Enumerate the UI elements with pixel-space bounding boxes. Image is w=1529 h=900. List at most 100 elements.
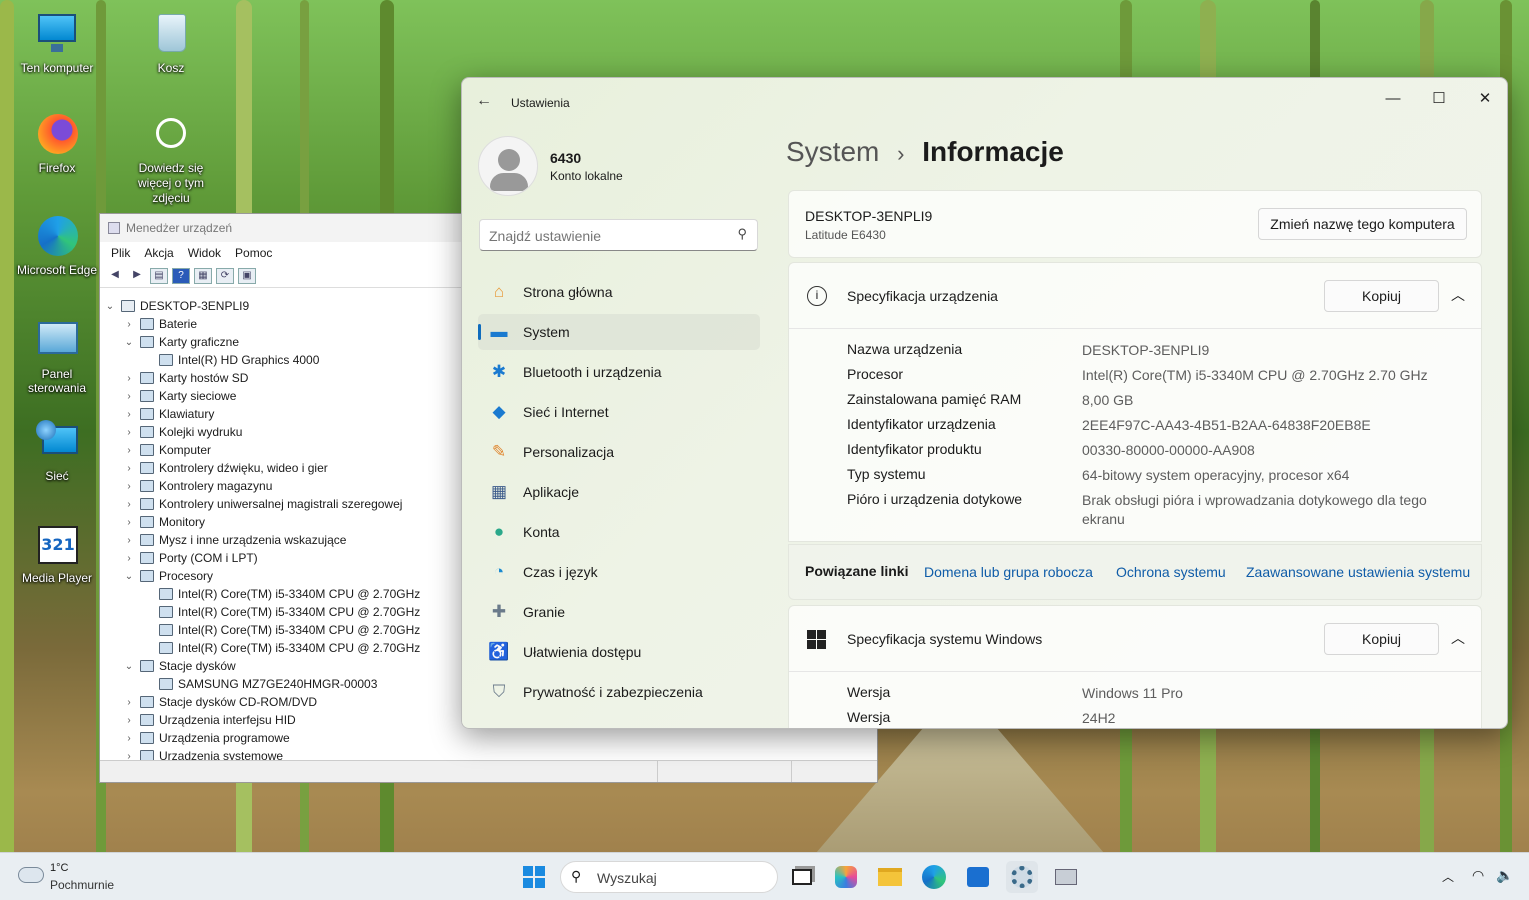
file-explorer-icon[interactable]: [874, 861, 906, 893]
chevron-right-icon[interactable]: ›: [122, 751, 136, 761]
spec-value[interactable]: 64-bitowy system operacyjny, procesor x6…: [1082, 466, 1462, 485]
copy-button[interactable]: Kopiuj: [1324, 280, 1439, 312]
nav-item[interactable]: ⌂ Strona główna: [478, 274, 760, 310]
desktop-icon-label: Dowiedz się więcej o tym zdjęciu: [137, 161, 205, 205]
link-advanced-settings[interactable]: Zaawansowane ustawienia systemu: [1246, 564, 1470, 580]
store-icon[interactable]: [962, 861, 994, 893]
update-driver-icon[interactable]: ⟳: [216, 267, 234, 284]
nav-item[interactable]: ✱ Bluetooth i urządzenia: [478, 354, 760, 390]
copy-windows-button[interactable]: Kopiuj: [1324, 623, 1439, 655]
chevron-down-icon[interactable]: ⌄: [122, 337, 136, 348]
minimize-button[interactable]: —: [1370, 84, 1416, 114]
spec-value[interactable]: 2EE4F97C-AA43-4B51-B2AA-64838F20EB8E: [1082, 416, 1462, 435]
chevron-right-icon[interactable]: ›: [122, 373, 136, 384]
chevron-right-icon[interactable]: ›: [122, 481, 136, 492]
nav-item[interactable]: ⛉ Prywatność i zabezpieczenia: [478, 674, 760, 710]
spec-value[interactable]: Windows 11 Pro: [1082, 684, 1462, 703]
copilot-icon[interactable]: [830, 861, 862, 893]
edge-icon[interactable]: [918, 861, 950, 893]
chevron-down-icon[interactable]: ⌄: [122, 571, 136, 582]
spec-value[interactable]: DESKTOP-3ENPLI9: [1082, 341, 1462, 360]
wifi-icon[interactable]: ◠: [1472, 867, 1484, 884]
avatar[interactable]: [478, 136, 538, 196]
spec-key: Nazwa urządzenia: [847, 341, 963, 357]
chevron-right-icon[interactable]: ›: [122, 715, 136, 726]
properties-icon[interactable]: ▤: [150, 267, 168, 284]
nav-item[interactable]: ▦ Aplikacje: [478, 474, 760, 510]
link-domain-workgroup[interactable]: Domena lub grupa robocza: [924, 564, 1093, 580]
chevron-right-icon[interactable]: ›: [122, 517, 136, 528]
scan-hardware-icon[interactable]: ▣: [238, 267, 256, 284]
weather-temp[interactable]: 1°C: [50, 862, 68, 874]
desktop-icon-control-panel[interactable]: Panel sterowania: [12, 318, 102, 395]
menu-file[interactable]: Plik: [104, 246, 137, 260]
taskbar-search[interactable]: ⚲ Wyszukaj: [560, 861, 778, 893]
chevron-down-icon[interactable]: ⌄: [122, 661, 136, 672]
search-box[interactable]: ⚲: [479, 219, 758, 251]
link-system-protection[interactable]: Ochrona systemu: [1116, 564, 1226, 580]
menu-help[interactable]: Pomoc: [228, 246, 279, 260]
close-button[interactable]: ✕: [1462, 84, 1507, 114]
spec-value[interactable]: Intel(R) Core(TM) i5-3340M CPU @ 2.70GHz…: [1082, 366, 1462, 385]
device-specs-header[interactable]: i Specyfikacja urządzenia Kopiuj ︿: [789, 263, 1481, 329]
accessibility-icon: ♿: [488, 642, 510, 661]
forward-arrow-icon[interactable]: ▶: [128, 268, 146, 284]
nav-item[interactable]: ♿ Ułatwienia dostępu: [478, 634, 760, 670]
chevron-right-icon[interactable]: ›: [122, 697, 136, 708]
windows-specs-header[interactable]: Specyfikacja systemu Windows Kopiuj ︿: [789, 606, 1481, 672]
view-icon[interactable]: ▦: [194, 267, 212, 284]
chevron-up-icon[interactable]: ︿: [1451, 628, 1465, 648]
nav-item[interactable]: ▬ System: [478, 314, 760, 350]
menu-view[interactable]: Widok: [181, 246, 228, 260]
search-input[interactable]: [489, 226, 729, 246]
rename-button[interactable]: Zmień nazwę tego komputera: [1258, 208, 1467, 240]
chevron-right-icon[interactable]: ›: [122, 733, 136, 744]
chevron-right-icon[interactable]: ›: [122, 535, 136, 546]
chevron-up-icon[interactable]: ︿: [1442, 868, 1454, 885]
desktop-icon-firefox[interactable]: Firefox: [12, 112, 102, 175]
spec-value[interactable]: 24H2: [1082, 709, 1462, 728]
chevron-down-icon[interactable]: ⌄: [103, 301, 117, 312]
desktop-icon-network[interactable]: Sieć: [12, 420, 102, 483]
device-manager-taskbar-icon[interactable]: [1050, 861, 1082, 893]
spec-value[interactable]: 00330-80000-00000-AA908: [1082, 441, 1462, 460]
breadcrumb-parent[interactable]: System: [786, 136, 879, 167]
nav-item[interactable]: ✎ Personalizacja: [478, 434, 760, 470]
tree-node[interactable]: › Urządzenia systemowe: [103, 747, 873, 760]
nav-item[interactable]: ◔ Czas i język: [478, 554, 760, 590]
chevron-right-icon[interactable]: ›: [122, 409, 136, 420]
weather-condition[interactable]: Pochmurnie: [50, 878, 114, 892]
nav-item[interactable]: ● Konta: [478, 514, 760, 550]
system-icon: ▬: [490, 322, 508, 341]
nav-item[interactable]: ✚ Granie: [478, 594, 760, 630]
desktop-icon-recycle-bin[interactable]: Kosz: [126, 12, 216, 75]
settings-titlebar[interactable]: ← Ustawienia — ☐ ✕: [462, 78, 1507, 124]
chevron-right-icon[interactable]: ›: [122, 391, 136, 402]
chevron-right-icon[interactable]: ›: [122, 319, 136, 330]
tree-node[interactable]: › Urządzenia programowe: [103, 729, 873, 747]
help-icon[interactable]: ?: [172, 267, 190, 284]
back-arrow-icon[interactable]: ◀: [106, 268, 124, 284]
menu-action[interactable]: Akcja: [137, 246, 180, 260]
settings-gear-icon[interactable]: [1006, 861, 1038, 893]
chevron-right-icon[interactable]: ›: [122, 499, 136, 510]
related-links-label: Powiązane linki: [805, 563, 909, 579]
chevron-right-icon[interactable]: ›: [122, 553, 136, 564]
chevron-up-icon[interactable]: ︿: [1451, 285, 1465, 305]
task-view-icon[interactable]: [786, 861, 818, 893]
spec-value[interactable]: 8,00 GB: [1082, 391, 1462, 410]
chevron-right-icon[interactable]: ›: [122, 463, 136, 474]
desktop-icon-edge[interactable]: Microsoft Edge: [12, 214, 102, 277]
desktop-icon-computer[interactable]: Ten komputer: [12, 12, 102, 75]
maximize-button[interactable]: ☐: [1416, 84, 1462, 114]
chevron-right-icon[interactable]: ›: [122, 445, 136, 456]
desktop-icon-info[interactable]: Dowiedz się więcej o tym zdjęciu: [126, 112, 216, 206]
nav-item[interactable]: ◆ Sieć i Internet: [478, 394, 760, 430]
volume-icon[interactable]: 🔈: [1496, 867, 1513, 884]
spec-value[interactable]: Brak obsługi pióra i wprowadzania dotyko…: [1082, 491, 1462, 529]
chevron-right-icon[interactable]: ›: [122, 427, 136, 438]
start-button[interactable]: [518, 861, 550, 893]
tree-node-label: Intel(R) HD Graphics 4000: [178, 353, 320, 367]
desktop-icon-media-player[interactable]: 321 Media Player: [12, 522, 102, 585]
back-arrow-icon[interactable]: ←: [476, 92, 492, 110]
